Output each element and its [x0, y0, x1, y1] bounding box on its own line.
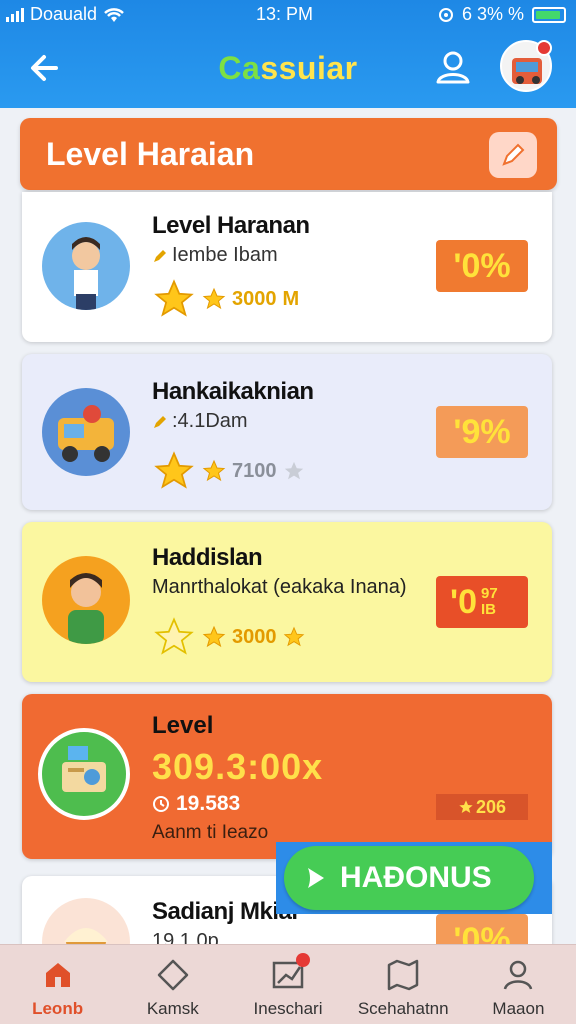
percent-badge: '0 97 IB — [436, 576, 528, 628]
app-title-rest: ssuiar — [260, 50, 358, 86]
section-title: Level Haraian — [46, 136, 255, 172]
nav-label: Scehahatnn — [357, 999, 449, 1018]
nav-item-kamsk[interactable]: Kamsk — [115, 945, 230, 1024]
star-icon — [459, 800, 473, 813]
carrier-text: Doauald — [30, 4, 98, 24]
bonus-banner: HAĐONUS — [276, 842, 552, 914]
clock: 13: PM — [256, 4, 314, 24]
nav-label: Maaon — [492, 999, 545, 1018]
featured-level-card[interactable]: Level 309.3:00x 19.583 Aanm ti Ieazo 206 — [22, 694, 552, 859]
level-card[interactable]: Haddislan Manrthalokat (eakaka Inana) 30… — [22, 522, 552, 682]
percent-badge: '0% — [436, 240, 528, 292]
stars-row: 7100 — [152, 450, 305, 492]
boy-avatar-image — [42, 222, 130, 310]
notification-dot — [536, 40, 552, 56]
big-star-icon — [154, 617, 194, 655]
stars-suffix: M — [282, 287, 300, 310]
bottom-nav: Leonb Kamsk Ineschari Scehahatnn Maaon — [0, 944, 576, 1024]
card-subtitle-text: :4.1Dam — [172, 410, 248, 432]
star-icon — [283, 626, 304, 647]
nav-label: Kamsk — [146, 999, 199, 1018]
map-icon — [387, 959, 419, 991]
tag-icon — [157, 959, 189, 991]
nav-item-maaon[interactable]: Maaon — [461, 945, 576, 1024]
stars-row: 3000 M — [152, 278, 299, 320]
card-title: Level — [152, 712, 214, 739]
section-header: Level Haraian — [20, 118, 557, 190]
nav-item-home[interactable]: Leonb — [0, 945, 115, 1024]
nav-label: Ineschari — [253, 999, 323, 1018]
star-icon — [202, 459, 226, 482]
card-title: Haddislan — [152, 544, 263, 571]
stars-value: 3000 — [232, 287, 277, 310]
card-subtitle-text: Iembe Ibam — [172, 244, 278, 266]
nav-notification-dot — [296, 953, 311, 967]
pencil-icon — [502, 143, 525, 166]
battery-icon — [532, 6, 566, 23]
edit-button[interactable] — [489, 132, 537, 178]
chevron-right-icon — [308, 868, 324, 888]
stars-row: 3000 — [152, 616, 305, 658]
card-value: 309.3:00x — [152, 746, 324, 787]
stars-value: 3000 — [232, 625, 277, 648]
stars-value: 7100 — [232, 459, 277, 482]
score-pill: 206 — [436, 794, 528, 820]
pencil-small-icon — [154, 249, 166, 262]
level-card[interactable]: Hankaikaknian :4.1Dam 7100 '9% — [22, 354, 552, 510]
signal-icon — [6, 7, 24, 22]
star-outline-icon — [284, 461, 303, 480]
card-meta: 19.583 — [152, 792, 240, 816]
badge-main: '0 — [450, 582, 477, 621]
card-title: Level Haranan — [152, 212, 310, 239]
radio-image — [38, 728, 130, 820]
level-card[interactable]: Level Haranan Iembe Ibam 3000 M '0% — [22, 192, 552, 342]
badge-small: 97 IB — [481, 585, 498, 618]
card-subtitle: :4.1Dam — [152, 410, 248, 433]
card-subtitle: Aanm ti Ieazo — [152, 822, 268, 844]
card-subtitle: Manrthalokat (eakaka Inana) — [152, 576, 407, 599]
home-icon — [45, 963, 70, 987]
bonus-button[interactable]: HAĐONUS — [284, 846, 534, 910]
nav-item-scehahatnn[interactable]: Scehahatnn — [346, 945, 461, 1024]
kid-avatar-image — [42, 556, 130, 644]
status-bar: Doauald 13: PM 6 3% % — [0, 0, 576, 30]
card-title: Hankaikaknian — [152, 378, 314, 405]
nav-item-ineschari[interactable]: Ineschari — [230, 945, 345, 1024]
score-pill-text: 206 — [475, 796, 507, 817]
app-title: Cassuiar — [0, 50, 576, 87]
percent-badge: '9% — [436, 406, 528, 458]
card-subtitle: Iembe Ibam — [152, 244, 278, 267]
user-icon — [436, 51, 470, 84]
star-icon — [202, 287, 226, 310]
big-star-icon — [154, 279, 194, 317]
clock-icon — [153, 796, 169, 812]
card-subtitle-text: Aanm ti Ieazo — [152, 822, 269, 843]
pencil-small-icon — [154, 415, 166, 428]
alarm-icon — [438, 7, 453, 22]
big-star-icon — [154, 451, 194, 489]
top-bar: Doauald 13: PM 6 3% % Cassuiar — [0, 0, 576, 108]
card-meta-text: 19.583 — [176, 792, 241, 815]
star-icon — [202, 625, 226, 648]
wifi-icon — [104, 7, 124, 22]
profile-button[interactable] — [432, 46, 474, 88]
person-icon — [504, 960, 533, 990]
bonus-label: HAĐONUS — [340, 861, 492, 894]
card-subtitle-text: Manrthalokat (eakaka Inana) — [152, 576, 407, 598]
app-title-green: Ca — [218, 50, 261, 86]
toy-truck-image — [42, 388, 130, 476]
nav-label: Leonb — [32, 999, 84, 1018]
battery-text: 6 3% % — [461, 4, 524, 24]
